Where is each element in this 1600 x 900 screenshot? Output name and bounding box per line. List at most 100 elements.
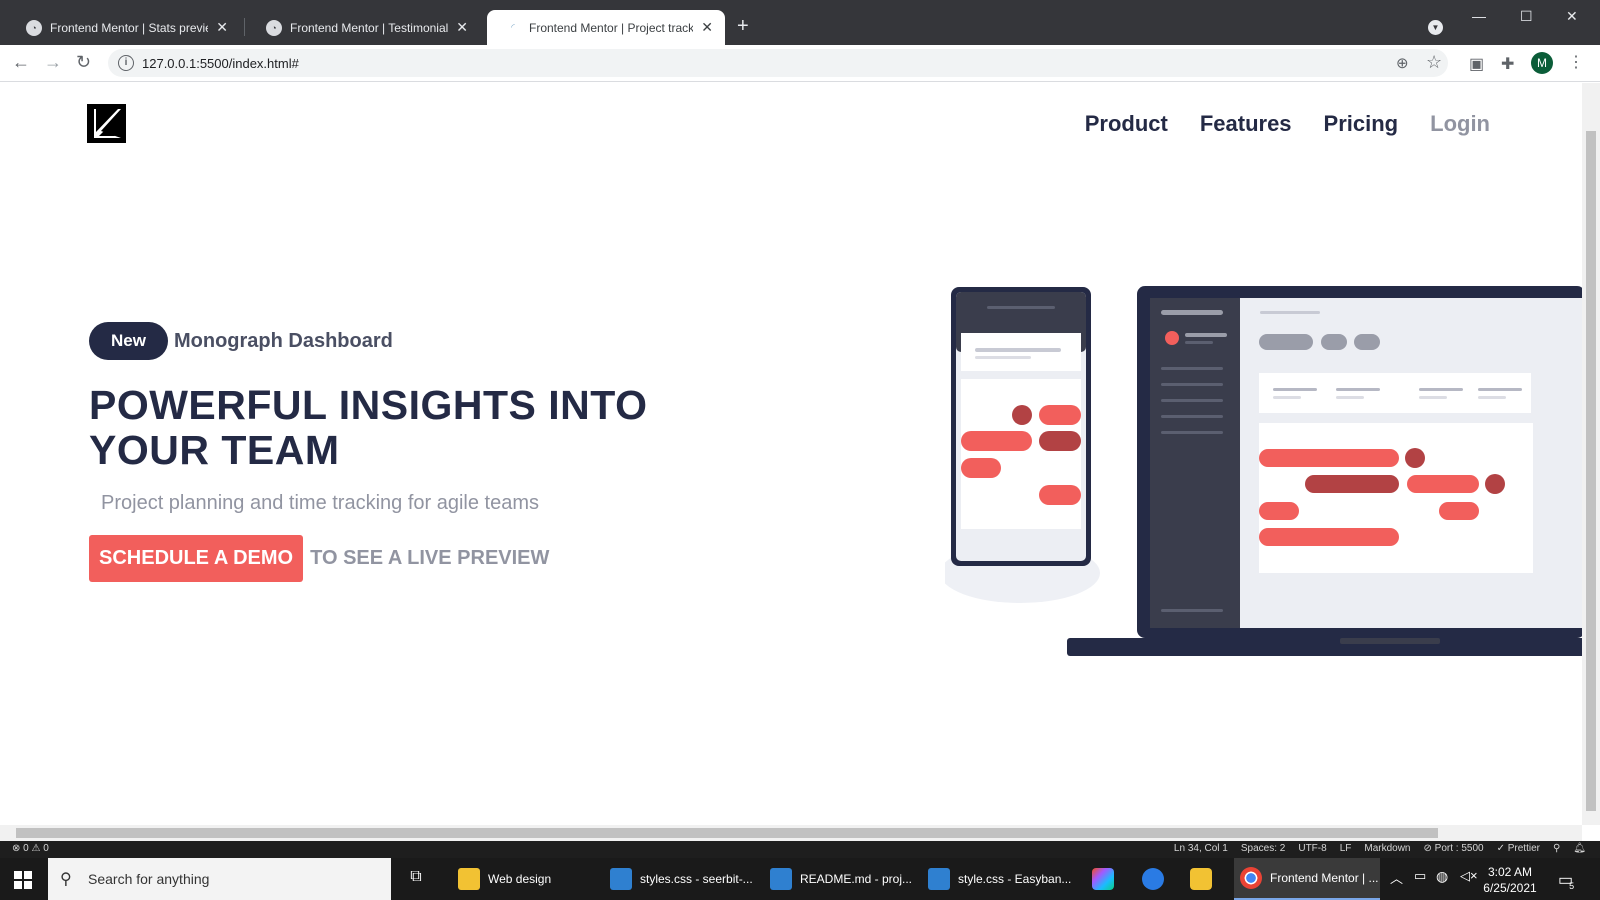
taskbar-item-label: Web design — [488, 872, 552, 886]
hero-headline: POWERFUL INSIGHTS INTO YOUR TEAM — [89, 382, 648, 473]
minimize-icon[interactable]: — — [1472, 8, 1486, 24]
encoding[interactable]: UTF-8 — [1298, 843, 1326, 854]
task-view-icon[interactable]: ⧉ — [405, 868, 427, 890]
globe-network-icon[interactable]: ◍ — [1436, 868, 1458, 890]
chevron-up-icon[interactable]: ︿ — [1390, 868, 1412, 890]
horizontal-scrollbar[interactable] — [0, 825, 1582, 841]
new-badge: New — [89, 322, 168, 360]
taskbar-item-vscode-easybank[interactable]: style.css - Easyban... — [928, 858, 1078, 900]
forward-arrow-icon[interactable]: → — [44, 52, 62, 73]
cta-row: SCHEDULE A DEMO TO SEE A LIVE PREVIEW — [89, 535, 549, 582]
taskbar-item-vscode-styles[interactable]: styles.css - seerbit-... — [610, 858, 760, 900]
bookmark-star-icon[interactable]: ☆ — [1426, 52, 1442, 73]
tab-stats-preview[interactable]: ◔ Frontend Mentor | Stats preview ✕ — [8, 10, 240, 45]
scrollbar-thumb[interactable] — [1586, 131, 1596, 811]
close-icon[interactable]: ✕ — [701, 19, 713, 36]
language-mode[interactable]: Markdown — [1364, 843, 1410, 854]
notification-icon[interactable]: ▭5 — [1558, 870, 1578, 891]
new-tab-plus-icon[interactable]: + — [737, 15, 749, 38]
close-icon[interactable]: ✕ — [456, 19, 468, 36]
taskbar-item-chrome[interactable]: Frontend Mentor | ... — [1234, 858, 1380, 900]
vscode-icon — [928, 868, 950, 890]
tab-label: Frontend Mentor | Project trackin — [529, 20, 694, 35]
product-name: Monograph Dashboard — [173, 329, 393, 352]
scrollbar-thumb[interactable] — [16, 828, 1438, 838]
url-text[interactable]: 127.0.0.1:5500/index.html# — [142, 56, 299, 71]
profile-avatar[interactable]: M — [1531, 52, 1553, 74]
logo[interactable] — [87, 104, 126, 143]
extensions-puzzle-icon[interactable]: ✚ — [1501, 54, 1514, 74]
figma-icon[interactable] — [1092, 868, 1114, 890]
speaker-muted-icon[interactable]: ◁× — [1460, 868, 1482, 890]
feedback-icon[interactable]: ⚲ — [1553, 843, 1560, 854]
folder-icon — [458, 868, 480, 890]
taskbar-item-label: styles.css - seerbit-... — [640, 872, 753, 886]
tab-testimonial[interactable]: ◔ Frontend Mentor | Testimonial-g ✕ — [248, 10, 480, 45]
editor-status-bar: ⊗ 0 ⚠ 0 Ln 34, Col 1 Spaces: 2 UTF-8 LF … — [0, 841, 1600, 858]
browser-toolbar: ← → ↻ i 127.0.0.1:5500/index.html# ⊕ ☆ ▣… — [0, 45, 1600, 82]
system-clock[interactable]: 3:02 AM 6/25/2021 — [1480, 864, 1540, 896]
tab-divider — [244, 18, 245, 36]
prettier-status[interactable]: ✓ Prettier — [1497, 843, 1540, 854]
windows-start-icon[interactable] — [14, 871, 32, 889]
search-icon: ⚲ — [60, 871, 72, 888]
taskbar-item-label: style.css - Easyban... — [958, 872, 1072, 886]
live-server-port[interactable]: ⊘ Port : 5500 — [1424, 843, 1484, 854]
zoom-icon[interactable]: ⊕ — [1396, 54, 1409, 72]
firefox-icon[interactable] — [1142, 868, 1164, 890]
menu-dots-icon[interactable]: ⋮ — [1568, 52, 1584, 72]
site-info-icon[interactable]: i — [118, 55, 134, 71]
tab-project-tracking[interactable]: ◜ Frontend Mentor | Project trackin ✕ — [487, 10, 725, 45]
browser-tab-bar: ◔ Frontend Mentor | Stats preview ✕ ◔ Fr… — [0, 0, 1600, 45]
nav-features-link[interactable]: Features — [1200, 111, 1292, 137]
hero-subtext: Project planning and time tracking for a… — [101, 492, 540, 514]
cta-caption: TO SEE A LIVE PREVIEW — [310, 547, 550, 569]
main-nav: Product Features Pricing Login — [1085, 111, 1490, 137]
search-placeholder: Search for anything — [88, 871, 210, 887]
line-ending[interactable]: LF — [1340, 843, 1352, 854]
indentation[interactable]: Spaces: 2 — [1241, 843, 1285, 854]
nav-pricing-link[interactable]: Pricing — [1324, 111, 1399, 137]
phone-mockup — [951, 287, 1091, 566]
cursor-position[interactable]: Ln 34, Col 1 — [1174, 843, 1228, 854]
taskbar-item-vscode-readme[interactable]: README.md - proj... — [770, 858, 920, 900]
status-items: Ln 34, Col 1 Spaces: 2 UTF-8 LF Markdown… — [1174, 843, 1586, 854]
frontend-mentor-favicon-icon: ◔ — [26, 19, 42, 36]
devices-illustration — [945, 286, 1582, 656]
laptop-mockup — [1067, 286, 1582, 656]
address-bar[interactable]: i 127.0.0.1:5500/index.html# ⊕ ☆ — [108, 49, 1448, 77]
tab-label: Frontend Mentor | Testimonial-g — [290, 20, 449, 35]
nav-product-link[interactable]: Product — [1085, 111, 1168, 137]
vertical-scrollbar[interactable] — [1582, 83, 1600, 825]
taskbar-item-label: README.md - proj... — [800, 872, 913, 886]
extension-reader-icon[interactable]: ▣ — [1469, 54, 1484, 74]
taskbar-item-label: Frontend Mentor | ... — [1270, 871, 1379, 885]
sticky-app-icon[interactable] — [1190, 868, 1212, 890]
tab-label: Frontend Mentor | Stats preview — [50, 20, 209, 35]
vscode-icon — [610, 868, 632, 890]
frontend-mentor-favicon-icon: ◔ — [266, 19, 282, 36]
page-viewport: Product Features Pricing Login New Monog… — [0, 83, 1582, 825]
clock-date: 6/25/2021 — [1483, 881, 1537, 895]
nav-login-link[interactable]: Login — [1430, 111, 1490, 137]
tab-search-chevron-down-icon[interactable]: ▼ — [1428, 20, 1443, 35]
notification-count: 5 — [1569, 881, 1575, 891]
problems-indicator[interactable]: ⊗ 0 ⚠ 0 — [12, 843, 49, 854]
meet-now-icon[interactable]: ▭ — [1414, 868, 1436, 890]
window-close-icon[interactable]: ✕ — [1566, 8, 1578, 25]
vscode-icon — [770, 868, 792, 890]
maximize-icon[interactable]: ☐ — [1520, 8, 1533, 25]
reload-icon[interactable]: ↻ — [76, 52, 91, 73]
taskbar-search[interactable]: ⚲ Search for anything — [48, 858, 391, 900]
windows-taskbar: ⚲ Search for anything ⧉ Web design style… — [0, 858, 1600, 900]
frontend-mentor-favicon-icon: ◜ — [505, 19, 521, 36]
close-icon[interactable]: ✕ — [216, 19, 228, 36]
clock-time: 3:02 AM — [1487, 865, 1533, 879]
schedule-demo-button[interactable]: SCHEDULE A DEMO — [89, 535, 304, 582]
chrome-icon — [1240, 867, 1262, 889]
bell-icon[interactable]: 🔔︎ — [1573, 843, 1586, 854]
announcement-row: New Monograph Dashboard — [89, 322, 393, 360]
taskbar-item-web-design[interactable]: Web design — [452, 858, 602, 900]
back-arrow-icon[interactable]: ← — [12, 52, 30, 73]
monograph-logo-icon — [87, 104, 126, 143]
